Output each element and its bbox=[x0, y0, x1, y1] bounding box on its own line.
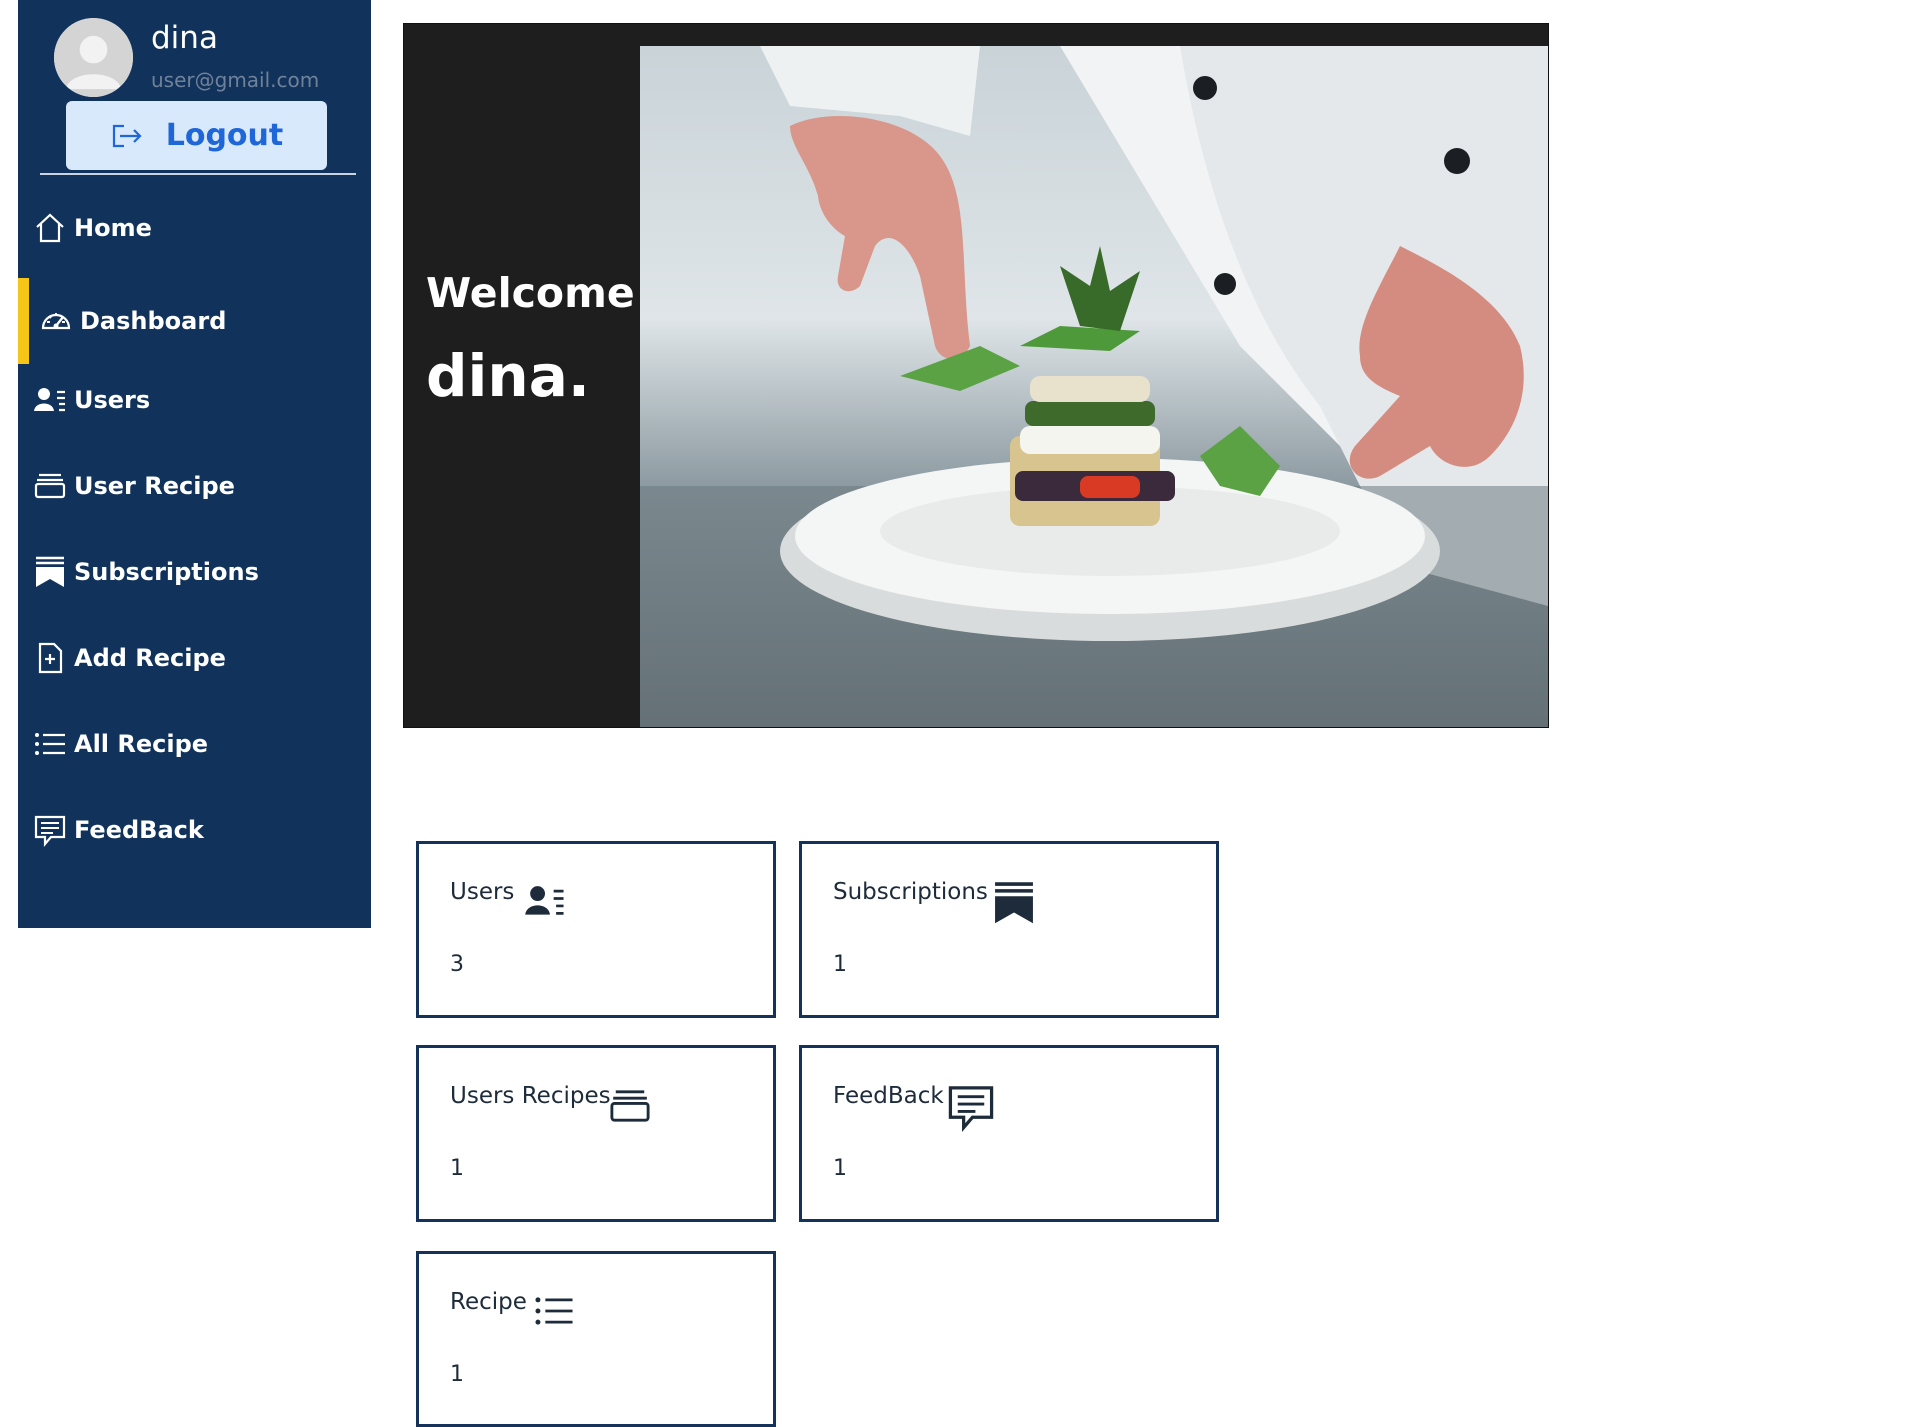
chef-photo-illustration bbox=[640, 46, 1548, 727]
nav-label-user-recipe: User Recipe bbox=[74, 472, 235, 500]
user-profile: dina user@gmail.com bbox=[54, 18, 354, 98]
logout-button[interactable]: Logout bbox=[66, 101, 327, 170]
nav-item-feedback[interactable]: FeedBack bbox=[18, 787, 371, 873]
user-name: dina bbox=[151, 20, 218, 56]
nav-label-subscriptions: Subscriptions bbox=[74, 558, 259, 586]
nav-label-users: Users bbox=[74, 386, 151, 414]
logout-icon bbox=[112, 124, 142, 147]
avatar-icon bbox=[54, 18, 133, 97]
nav-label-dashboard: Dashboard bbox=[80, 307, 227, 335]
card-value: 1 bbox=[833, 952, 847, 977]
card-value: 1 bbox=[450, 1156, 464, 1181]
bookmarks-icon bbox=[32, 554, 68, 590]
stat-card-users-recipes: Users Recipes 1 bbox=[416, 1045, 776, 1222]
welcome-banner: Welcome! dina. bbox=[403, 23, 1549, 728]
sidebar: dina user@gmail.com Logout Home Dashboar… bbox=[18, 0, 371, 928]
avatar bbox=[54, 18, 133, 97]
card-value: 1 bbox=[450, 1362, 464, 1387]
chat-text-icon bbox=[948, 1086, 994, 1132]
nav-item-user-recipe[interactable]: User Recipe bbox=[18, 443, 371, 529]
nav-item-all-recipe[interactable]: All Recipe bbox=[18, 701, 371, 787]
collection-icon bbox=[32, 468, 68, 504]
nav-label-feedback: FeedBack bbox=[74, 816, 204, 844]
card-value: 3 bbox=[450, 952, 464, 977]
list-icon bbox=[535, 1297, 573, 1325]
nav-label-home: Home bbox=[74, 214, 152, 242]
stat-card-subscriptions: Subscriptions 1 bbox=[799, 841, 1219, 1018]
user-email: user@gmail.com bbox=[151, 68, 320, 92]
person-lines-icon bbox=[525, 886, 564, 915]
nav-item-users[interactable]: Users bbox=[18, 357, 371, 443]
bookmarks-icon bbox=[995, 882, 1033, 924]
nav-item-add-recipe[interactable]: Add Recipe bbox=[18, 615, 371, 701]
welcome-text: Welcome! bbox=[426, 269, 654, 317]
chef-plating-photo bbox=[640, 46, 1548, 727]
stat-card-feedback: FeedBack 1 bbox=[799, 1045, 1219, 1222]
stat-card-recipe: Recipe 1 bbox=[416, 1251, 776, 1427]
nav-item-subscriptions[interactable]: Subscriptions bbox=[18, 529, 371, 615]
nav-label-all-recipe: All Recipe bbox=[74, 730, 209, 758]
stat-card-users: Users 3 bbox=[416, 841, 776, 1018]
chat-text-icon bbox=[32, 812, 68, 848]
card-value: 1 bbox=[833, 1156, 847, 1181]
file-plus-icon bbox=[32, 640, 68, 676]
card-title: Users Recipes bbox=[450, 1083, 611, 1109]
home-icon bbox=[32, 210, 68, 246]
welcome-user-name: dina. bbox=[426, 342, 590, 410]
logout-label: Logout bbox=[165, 118, 284, 153]
card-title: Users bbox=[450, 879, 515, 905]
card-title: Subscriptions bbox=[833, 879, 988, 905]
collection-icon bbox=[610, 1090, 650, 1122]
person-lines-icon bbox=[32, 382, 68, 418]
nav-label-add-recipe: Add Recipe bbox=[74, 644, 226, 672]
card-title: Recipe bbox=[450, 1289, 527, 1315]
divider bbox=[40, 173, 356, 175]
nav-item-dashboard[interactable]: Dashboard bbox=[18, 278, 371, 364]
speedometer-icon bbox=[38, 303, 74, 339]
card-title: FeedBack bbox=[833, 1083, 944, 1109]
list-icon bbox=[32, 726, 68, 762]
nav-item-home[interactable]: Home bbox=[18, 185, 371, 271]
